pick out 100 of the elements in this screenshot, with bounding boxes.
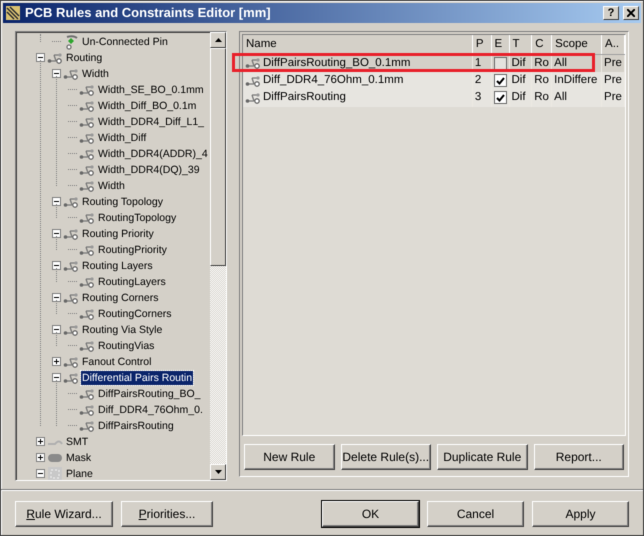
collapse-toggle[interactable] — [36, 469, 45, 478]
column-header[interactable]: Name — [243, 34, 472, 54]
window-title: PCB Rules and Constraints Editor [mm] — [25, 4, 272, 22]
up-arrow-icon — [214, 38, 222, 42]
table-cell: Dif — [509, 72, 532, 90]
rule-icon — [245, 92, 261, 104]
tree-item[interactable]: Routing Topology — [81, 194, 164, 208]
rule-button[interactable]: Report... — [534, 444, 624, 470]
scroll-thumb[interactable] — [210, 48, 226, 266]
tree-item[interactable]: RoutingLayers — [97, 274, 167, 288]
dialog-button[interactable]: OK — [322, 500, 419, 526]
help-button[interactable]: ? — [603, 6, 619, 20]
collapse-toggle[interactable] — [52, 69, 61, 78]
tree-item[interactable]: Routing Layers — [81, 258, 154, 272]
mask-icon — [47, 452, 63, 462]
tree-item[interactable]: Width — [97, 178, 126, 192]
tree-item[interactable]: Un-Connected Pin — [81, 34, 169, 48]
tree-item[interactable]: DiffPairsRouting — [97, 418, 175, 432]
rule-icon — [79, 308, 95, 320]
rule-icon — [79, 404, 95, 416]
dialog-button[interactable]: Priorities... — [121, 500, 213, 526]
column-header[interactable]: A.. — [602, 34, 624, 54]
tree-item[interactable]: Routing Priority — [81, 226, 155, 240]
close-button[interactable] — [623, 6, 639, 20]
tree-item[interactable]: Width_DDR4(ADDR)_4 — [97, 146, 209, 160]
column-header[interactable]: Scope — [552, 34, 602, 54]
table-cell: 2 — [472, 72, 491, 90]
rule-icon — [79, 116, 95, 128]
app-icon — [5, 4, 21, 21]
expand-toggle[interactable] — [36, 453, 45, 462]
tree-item[interactable]: Width_DDR4(DQ)_39 — [97, 162, 201, 176]
column-header[interactable]: C — [532, 34, 552, 54]
tree-item[interactable]: Width_DDR4_Diff_L1_ — [97, 114, 206, 128]
table-cell: Ro — [532, 89, 552, 106]
column-header[interactable]: E — [491, 34, 509, 54]
collapse-toggle[interactable] — [52, 373, 61, 382]
table-cell: Dif — [509, 89, 532, 106]
rule-icon — [245, 74, 261, 87]
collapse-toggle[interactable] — [52, 293, 61, 302]
table-cell: All — [552, 89, 602, 106]
scroll-up-button[interactable] — [210, 32, 226, 48]
tree-item[interactable]: RoutingVias — [97, 338, 156, 352]
dialog-button[interactable]: Rule Wizard... — [15, 500, 113, 526]
scroll-down-button[interactable] — [210, 464, 226, 480]
tree-item[interactable]: Routing Corners — [81, 290, 160, 304]
column-header[interactable]: P — [472, 34, 491, 54]
rule-icon — [63, 356, 79, 368]
rule-icon — [79, 180, 95, 192]
tree-item[interactable]: Routing Via Style — [81, 322, 164, 336]
collapse-toggle[interactable] — [52, 325, 61, 334]
table-cell: Pre — [602, 54, 624, 72]
collapse-toggle[interactable] — [52, 229, 61, 238]
rule-icon — [79, 132, 95, 144]
rule-icon — [79, 244, 95, 256]
rule-icon — [79, 212, 95, 224]
dialog-button[interactable]: Apply — [532, 500, 629, 526]
rule-button[interactable]: Duplicate Rule — [437, 444, 528, 470]
rule-icon — [63, 292, 79, 304]
tree-item[interactable]: Plane — [65, 466, 94, 480]
rule-icon — [245, 57, 261, 70]
rule-icon — [79, 164, 95, 176]
dialog-button[interactable]: Cancel — [427, 500, 524, 526]
tree-item[interactable]: Routing — [65, 50, 104, 64]
table-cell: Pre — [602, 72, 624, 90]
expand-toggle[interactable] — [36, 437, 45, 446]
tree-item[interactable]: Differential Pairs Routin — [81, 370, 194, 384]
collapse-toggle[interactable] — [52, 197, 61, 206]
rule-button[interactable]: Delete Rule(s)... — [340, 444, 431, 470]
collapse-toggle[interactable] — [52, 261, 61, 270]
tree-item[interactable]: Fanout Control — [81, 354, 152, 368]
collapse-toggle[interactable] — [36, 53, 45, 62]
tree-item[interactable]: Width_Diff — [97, 130, 148, 144]
tree-item[interactable]: Mask — [65, 450, 92, 464]
table-cell: InDiffere — [552, 72, 602, 90]
table-cell: 3 — [472, 89, 491, 106]
enabled-checkbox[interactable] — [494, 74, 506, 88]
rule-button[interactable]: New Rule — [244, 444, 334, 470]
expand-toggle[interactable] — [52, 357, 61, 366]
rule-icon — [63, 196, 79, 208]
rule-icon — [79, 148, 95, 160]
tree-item[interactable]: Width — [81, 66, 110, 80]
rule-icon — [79, 84, 95, 96]
tree-item[interactable]: RoutingTopology — [97, 210, 178, 224]
rule-icon — [47, 52, 63, 64]
table-cell: Pre — [602, 89, 624, 106]
tree-item[interactable]: RoutingCorners — [97, 306, 173, 320]
tree-item[interactable]: Width_SE_BO_0.1mm — [97, 82, 205, 96]
tree-item[interactable]: Width_Diff_BO_0.1m — [97, 98, 198, 112]
tree-item[interactable]: DiffPairsRouting_BO_ — [97, 386, 202, 400]
enabled-checkbox[interactable] — [494, 91, 506, 104]
close-icon — [627, 8, 635, 17]
tree-item[interactable]: Diff_DDR4_76Ohm_0. — [97, 402, 204, 416]
tree-item[interactable]: SMT — [65, 434, 90, 448]
tree-item[interactable]: RoutingPriority — [97, 242, 168, 256]
rule-icon — [79, 340, 95, 352]
rule-icon — [79, 388, 95, 400]
rule-icon — [63, 228, 79, 240]
enabled-checkbox[interactable] — [494, 56, 506, 70]
rule-icon — [63, 324, 79, 336]
column-header[interactable]: T — [509, 34, 532, 54]
